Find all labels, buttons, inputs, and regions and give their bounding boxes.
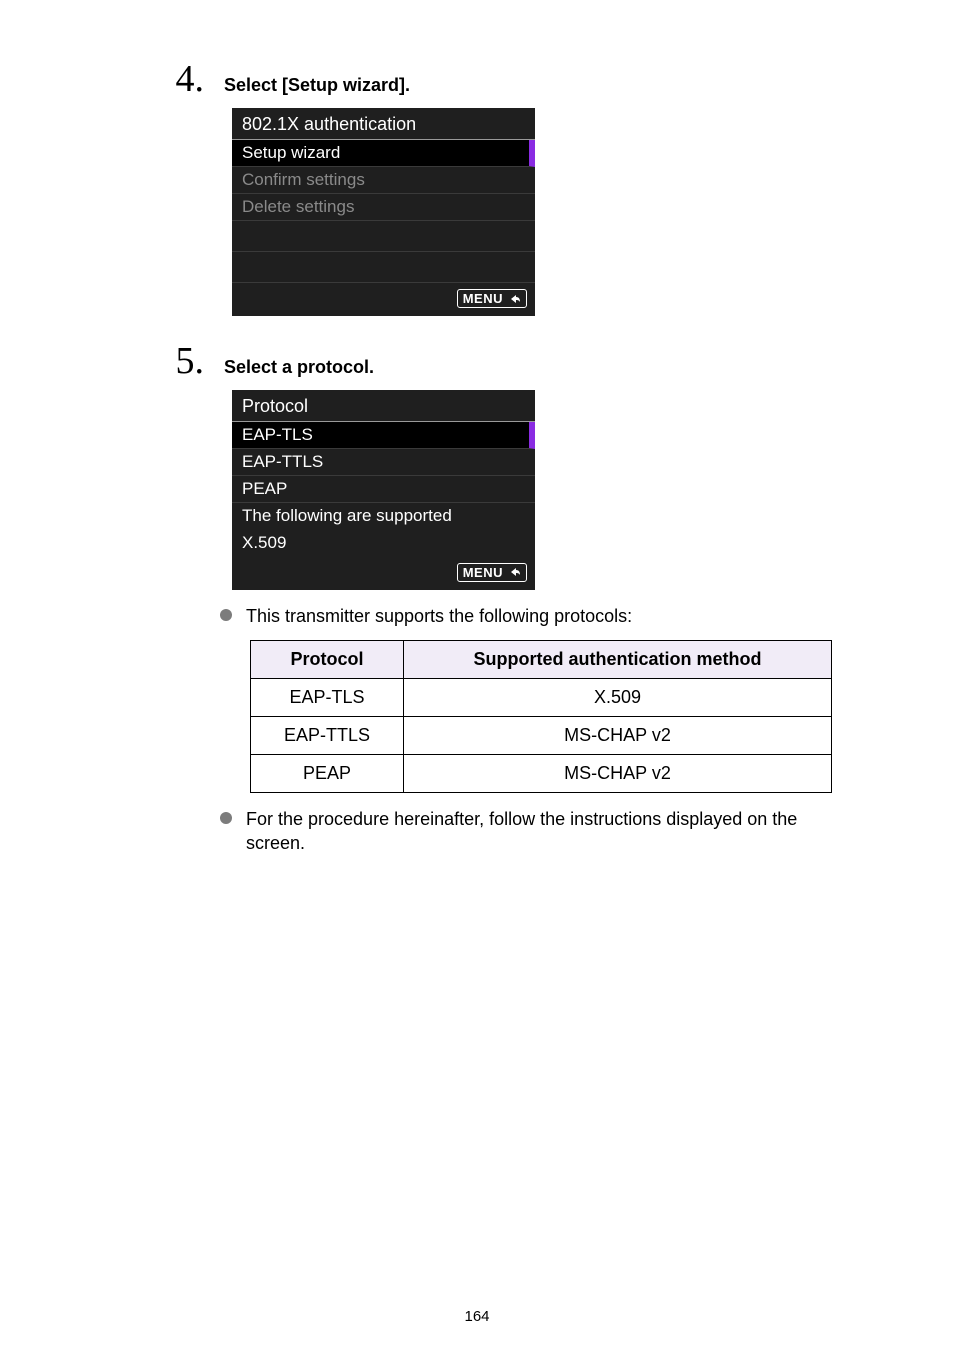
table-row: PEAP MS-CHAP v2 — [251, 755, 832, 793]
step-number: 4. — [160, 60, 204, 98]
menu-item-peap[interactable]: PEAP — [232, 476, 535, 503]
cell-protocol: EAP-TLS — [251, 679, 404, 717]
page-number: 164 — [0, 1308, 954, 1325]
menu-item-empty — [232, 252, 535, 283]
col-protocol: Protocol — [251, 641, 404, 679]
table-header-row: Protocol Supported authentication method — [251, 641, 832, 679]
menu-item-eap-tls[interactable]: EAP-TLS — [232, 422, 535, 449]
bullet-marker-icon — [220, 812, 232, 824]
bullet-supports-protocols: This transmitter supports the following … — [220, 604, 834, 628]
screen-note-line: X.509 — [232, 530, 535, 557]
col-auth-method: Supported authentication method — [404, 641, 832, 679]
cell-protocol: EAP-TTLS — [251, 717, 404, 755]
bullet-text: This transmitter supports the following … — [246, 604, 834, 628]
bullet-marker-icon — [220, 609, 232, 621]
table-row: EAP-TLS X.509 — [251, 679, 832, 717]
screen-title: 802.1X authentication — [232, 108, 535, 140]
screen-protocol: Protocol EAP-TLS EAP-TTLS PEAP The follo… — [232, 390, 535, 590]
menu-item-setup-wizard[interactable]: Setup wizard — [232, 140, 535, 167]
step-title: Select [Setup wizard]. — [224, 75, 410, 96]
table-row: EAP-TTLS MS-CHAP v2 — [251, 717, 832, 755]
screen-footer: MENU — [232, 557, 535, 590]
screen-802-1x-auth: 802.1X authentication Setup wizard Confi… — [232, 108, 535, 316]
cell-auth-method: MS-CHAP v2 — [404, 755, 832, 793]
step-header: 4. Select [Setup wizard]. — [160, 60, 834, 98]
menu-back-button[interactable]: MENU — [457, 289, 527, 308]
bullet-text: For the procedure hereinafter, follow th… — [246, 807, 834, 856]
page: 4. Select [Setup wizard]. 802.1X authent… — [0, 0, 954, 1345]
cell-auth-method: X.509 — [404, 679, 832, 717]
cell-auth-method: MS-CHAP v2 — [404, 717, 832, 755]
protocol-table: Protocol Supported authentication method… — [250, 640, 832, 793]
step-title: Select a protocol. — [224, 357, 374, 378]
step-5: 5. Select a protocol. Protocol EAP-TLS E… — [160, 342, 834, 856]
menu-label: MENU — [463, 291, 503, 306]
menu-item-confirm-settings[interactable]: Confirm settings — [232, 167, 535, 194]
menu-back-button[interactable]: MENU — [457, 563, 527, 582]
bullet-follow-instructions: For the procedure hereinafter, follow th… — [220, 807, 834, 856]
step-header: 5. Select a protocol. — [160, 342, 834, 380]
screen-footer: MENU — [232, 283, 535, 316]
back-arrow-icon — [507, 293, 521, 305]
step-number: 5. — [160, 342, 204, 380]
menu-label: MENU — [463, 565, 503, 580]
back-arrow-icon — [507, 566, 521, 578]
menu-item-empty — [232, 221, 535, 252]
screen-title: Protocol — [232, 390, 535, 422]
menu-item-eap-ttls[interactable]: EAP-TTLS — [232, 449, 535, 476]
cell-protocol: PEAP — [251, 755, 404, 793]
step-4: 4. Select [Setup wizard]. 802.1X authent… — [160, 60, 834, 316]
menu-item-delete-settings[interactable]: Delete settings — [232, 194, 535, 221]
screen-note-line: The following are supported — [232, 503, 535, 530]
